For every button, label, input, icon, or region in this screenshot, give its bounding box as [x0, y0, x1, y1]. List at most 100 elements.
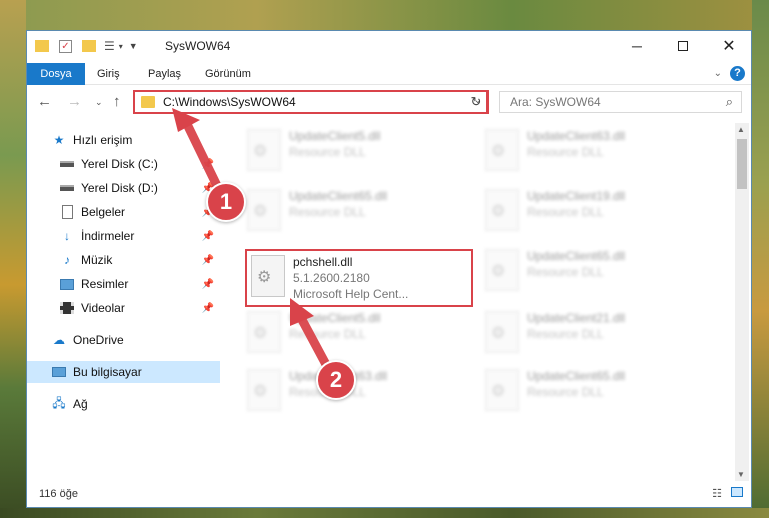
dll-file-icon: [247, 369, 281, 411]
close-button[interactable]: ✕: [706, 31, 752, 61]
address-path[interactable]: C:\Windows\SysWOW64: [163, 95, 296, 109]
tab-file[interactable]: Dosya: [27, 63, 85, 85]
music-icon: ♪: [64, 253, 70, 267]
file-name: UpdateClient19.dll: [527, 189, 626, 203]
properties-icon[interactable]: ✓: [59, 39, 72, 53]
close-icon: ✕: [722, 38, 736, 55]
sidebar-item-label: Müzik: [81, 253, 113, 267]
minimize-button[interactable]: ─: [614, 31, 660, 61]
file-name: UpdateClient21.dll: [527, 311, 626, 325]
dll-file-icon: [485, 129, 519, 171]
videos-icon: [59, 301, 75, 315]
up-arrow-icon[interactable]: ↑: [113, 93, 121, 110]
file-item-pchshell[interactable]: pchshell.dll 5.1.2600.2180 Microsoft Hel…: [245, 249, 473, 307]
sidebar-item-label: Hızlı erişim: [73, 133, 133, 147]
file-item[interactable]: UpdateClient5.dll Resource DLL: [235, 123, 463, 179]
back-arrow-icon[interactable]: ←: [37, 93, 52, 110]
sidebar-item-label: Ağ: [73, 397, 88, 411]
sidebar-item-videos[interactable]: Videolar 📌: [27, 297, 220, 319]
maximize-icon: [678, 41, 688, 51]
pictures-icon: [59, 277, 75, 291]
details-view-icon[interactable]: ☷: [709, 487, 725, 501]
sidebar-item-downloads[interactable]: ↓ İndirmeler 📌: [27, 225, 220, 247]
pin-icon[interactable]: 📌: [202, 279, 214, 290]
tab-view[interactable]: Görünüm: [195, 63, 261, 85]
computer-icon: [51, 365, 67, 379]
navigation-bar: ← → ⌄ ↑ C:\Windows\SysWOW64 ⌄ ↻ Ara: Sys…: [27, 87, 751, 119]
file-description: Resource DLL: [527, 205, 604, 219]
forward-arrow-icon[interactable]: →: [67, 93, 82, 110]
sidebar-item-documents[interactable]: Belgeler 📌: [27, 201, 220, 223]
scroll-down-icon[interactable]: ▼: [737, 470, 745, 479]
item-count: 116 öğe: [39, 488, 78, 500]
sidebar-item-onedrive[interactable]: ☁ OneDrive: [27, 329, 220, 351]
documents-icon: [59, 205, 75, 219]
file-name: UpdateClient5.dll: [289, 311, 381, 325]
sidebar-item-label: Yerel Disk (D:): [81, 181, 158, 195]
file-item[interactable]: UpdateClient21.dll Resource DLL: [473, 305, 701, 361]
refresh-icon: ↻: [470, 94, 482, 109]
pin-icon[interactable]: 📌: [202, 159, 214, 170]
new-folder-icon[interactable]: [82, 40, 96, 52]
sidebar-item-label: İndirmeler: [81, 229, 135, 243]
sidebar-item-music[interactable]: ♪ Müzik 📌: [27, 249, 220, 271]
cloud-icon: ☁: [53, 333, 65, 347]
file-description: Resource DLL: [527, 385, 604, 399]
sidebar-item-local-disk-c[interactable]: Yerel Disk (C:) 📌: [27, 153, 220, 175]
dropdown-arrow-icon[interactable]: ▾: [119, 42, 123, 51]
file-explorer-window: ✓ ☰ ▾ ▼ SysWOW64 ─ ✕ Dosya Giriş Paylaş …: [26, 30, 752, 508]
file-description: Resource DLL: [527, 265, 604, 279]
folder-icon[interactable]: [35, 40, 49, 52]
title-bar: ✓ ☰ ▾ ▼ SysWOW64 ─ ✕: [27, 31, 751, 63]
scroll-thumb[interactable]: [737, 139, 747, 189]
tab-home[interactable]: Giriş: [87, 63, 130, 85]
file-item[interactable]: UpdateClient63.dll Resource DLL: [473, 123, 701, 179]
large-icons-view-icon[interactable]: [729, 487, 745, 501]
scroll-up-icon[interactable]: ▲: [737, 125, 745, 134]
customize-icon[interactable]: ▼: [129, 41, 138, 51]
sidebar-item-network[interactable]: 🖧 Ağ: [27, 393, 220, 415]
status-bar: 116 öğe ☷: [27, 483, 751, 507]
sidebar-item-pictures[interactable]: Resimler 📌: [27, 273, 220, 295]
file-list: UpdateClient5.dll Resource DLL UpdateCli…: [235, 123, 740, 481]
file-name: UpdateClient65.dll: [527, 249, 626, 263]
desktop-background-bottom: [0, 508, 769, 518]
dll-file-icon: [247, 189, 281, 231]
sidebar-item-quick-access[interactable]: ★ Hızlı erişim: [27, 129, 220, 151]
maximize-button[interactable]: [660, 31, 706, 61]
recent-locations-icon[interactable]: ⌄: [95, 97, 103, 108]
dll-file-icon: [485, 189, 519, 231]
file-item[interactable]: UpdateClient65.dll Resource DLL: [235, 183, 463, 239]
file-description: Resource DLL: [289, 145, 366, 159]
sidebar-item-label: Videolar: [81, 301, 125, 315]
pin-icon[interactable]: 📌: [202, 255, 214, 266]
file-item[interactable]: UpdateClient65.dll Resource DLL: [473, 243, 701, 299]
pin-icon[interactable]: 📌: [202, 303, 214, 314]
dll-file-icon: [251, 255, 285, 297]
pin-icon[interactable]: 📌: [202, 231, 214, 242]
sidebar-item-local-disk-d[interactable]: Yerel Disk (D:) 📌: [27, 177, 220, 199]
rename-icon[interactable]: ☰: [104, 39, 115, 53]
expand-ribbon-icon[interactable]: ⌄: [714, 68, 722, 79]
tab-share[interactable]: Paylaş: [138, 63, 191, 85]
file-description: Microsoft Help Cent...: [293, 287, 409, 301]
file-item[interactable]: UpdateClient19.dll Resource DLL: [473, 183, 701, 239]
search-icon[interactable]: ⌕: [726, 94, 733, 110]
desktop-background-right: [752, 0, 769, 518]
help-icon[interactable]: ?: [730, 66, 745, 81]
sidebar-item-label: Resimler: [81, 277, 129, 291]
minimize-icon: ─: [632, 38, 642, 54]
search-input[interactable]: Ara: SysWOW64 ⌕: [499, 91, 742, 113]
dll-file-icon: [485, 311, 519, 353]
sidebar-item-this-pc[interactable]: Bu bilgisayar: [27, 361, 220, 383]
vertical-scrollbar[interactable]: ▲ ▼: [735, 123, 749, 481]
address-bar[interactable]: C:\Windows\SysWOW64 ⌄: [133, 90, 488, 114]
drive-icon: [59, 157, 75, 171]
dll-file-icon: [247, 129, 281, 171]
file-item[interactable]: UpdateClient65.dll Resource DLL: [473, 363, 701, 419]
refresh-button[interactable]: ↻: [465, 90, 489, 114]
file-item[interactable]: UpdateClient5.dll Resource DLL: [235, 305, 463, 361]
navigation-pane: ★ Hızlı erişim Yerel Disk (C:) 📌 Yerel D…: [27, 123, 220, 483]
folder-icon: [141, 96, 155, 108]
file-name: UpdateClient65.dll: [527, 369, 626, 383]
